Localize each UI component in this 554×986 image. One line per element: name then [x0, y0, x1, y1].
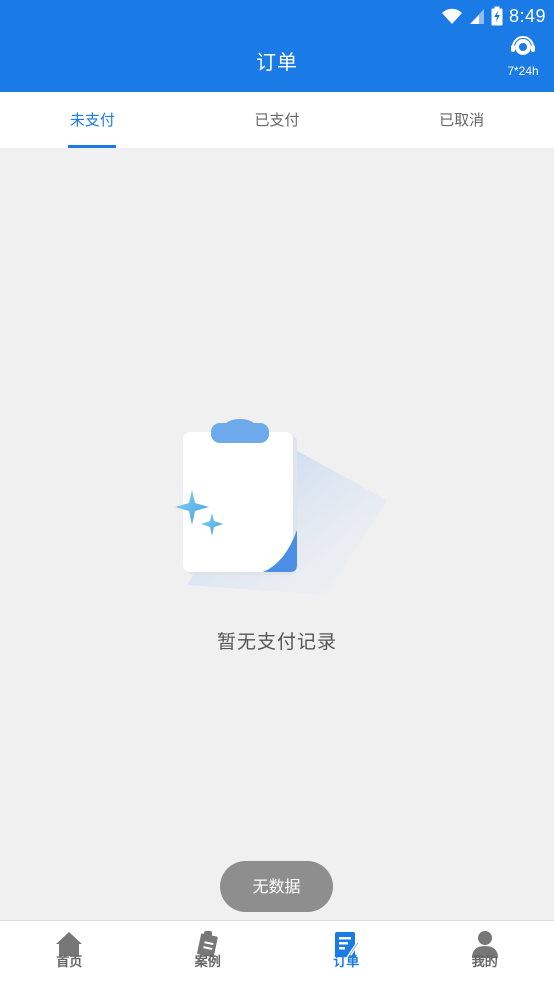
nav-item-cases[interactable]: 案例 — [139, 921, 278, 986]
nav-item-home[interactable]: 首页 — [0, 921, 139, 986]
status-time: 8:49 — [508, 5, 546, 26]
tab-cancelled[interactable]: 已取消 — [369, 92, 554, 148]
nav-item-profile[interactable]: 我的 — [416, 921, 554, 986]
status-bar: 8:49 — [441, 3, 546, 29]
tab-label: 已取消 — [439, 111, 485, 129]
support-label: 7*24h — [507, 64, 539, 78]
headset-icon — [511, 36, 535, 55]
battery-icon — [491, 6, 503, 26]
empty-state: 暂无支付记录 — [0, 415, 554, 654]
wifi-icon — [441, 8, 462, 24]
nav-label: 首页 — [56, 955, 83, 970]
nav-label: 订单 — [333, 955, 360, 970]
nav-item-orders[interactable]: 订单 — [277, 921, 416, 986]
tab-label: 未支付 — [69, 111, 115, 129]
toast-message: 无数据 — [220, 861, 333, 912]
tab-label: 已支付 — [254, 111, 300, 129]
tab-unpaid[interactable]: 未支付 — [0, 92, 185, 148]
order-status-tabs: 未支付 已支付 已取消 — [0, 92, 554, 148]
nav-label: 案例 — [194, 955, 221, 970]
app-header: 8:49 订单 7*24h — [0, 0, 554, 92]
signal-icon — [469, 9, 484, 24]
page-title: 订单 — [256, 50, 298, 74]
customer-support-button[interactable]: 7*24h — [498, 35, 548, 78]
empty-state-message: 暂无支付记录 — [216, 631, 337, 653]
nav-label: 我的 — [471, 955, 498, 970]
empty-clipboard-icon — [175, 419, 387, 595]
tab-paid[interactable]: 已支付 — [185, 92, 370, 148]
tab-active-indicator — [68, 145, 117, 148]
bottom-navigation: 首页 案例 订单 我的 — [0, 920, 554, 986]
